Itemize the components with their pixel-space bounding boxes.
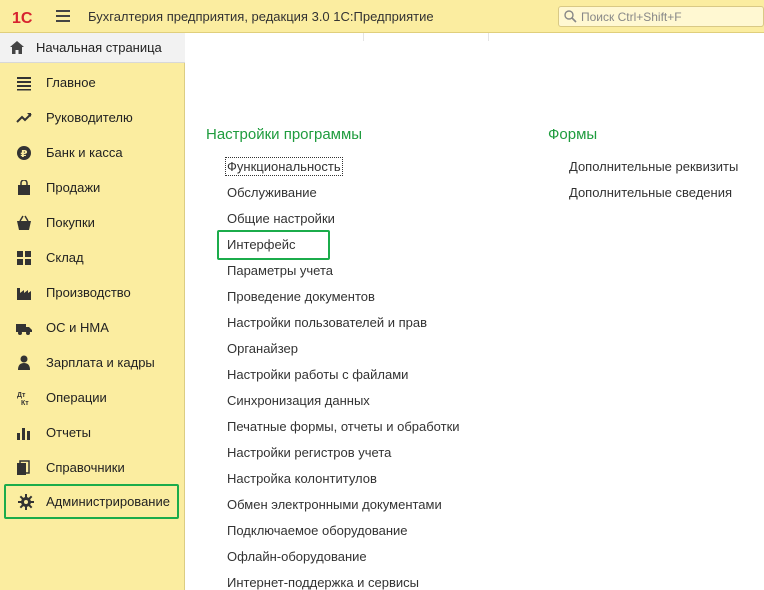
bar-chart-icon [17, 428, 30, 440]
link-functionality[interactable]: Функциональность [225, 157, 343, 176]
sidebar-item-directories[interactable]: Справочники [0, 450, 184, 485]
sidebar-item-label: Руководителю [46, 110, 133, 125]
sidebar-item-purchases[interactable]: Покупки [0, 205, 184, 240]
sidebar-item-label: Администрирование [46, 494, 170, 509]
link-connected-equipment[interactable]: Подключаемое оборудование [227, 523, 408, 538]
link-general-settings[interactable]: Общие настройки [227, 211, 335, 226]
person-icon [18, 355, 30, 370]
link-users-and-rights[interactable]: Настройки пользователей и прав [227, 315, 427, 330]
link-accounting-registers[interactable]: Настройки регистров учета [227, 445, 391, 460]
1c-logo-icon[interactable]: 1С [12, 8, 42, 26]
sidebar-item-administration[interactable]: Администрирование [4, 484, 179, 519]
search-icon [564, 10, 577, 23]
sidebar-item-label: Склад [46, 250, 84, 265]
sidebar-item-label: Зарплата и кадры [46, 355, 155, 370]
sidebar-item-operations[interactable]: Дт Кт Операции [0, 380, 184, 415]
section-title-forms: Формы [548, 126, 598, 143]
tab-divider [363, 33, 364, 41]
link-additional-info[interactable]: Дополнительные сведения [569, 185, 732, 200]
truck-icon [16, 324, 32, 335]
sidebar-item-label: Отчеты [46, 425, 91, 440]
home-page-item[interactable]: Начальная страница [0, 33, 185, 63]
section-title-settings: Настройки программы [206, 126, 363, 143]
home-icon [10, 41, 24, 54]
link-edi-exchange[interactable]: Обмен электронными документами [227, 497, 442, 512]
tab-divider [488, 33, 489, 41]
sidebar-item-bank[interactable]: ₽ Банк и касса [0, 135, 184, 170]
link-offline-equipment[interactable]: Офлайн-оборудование [227, 549, 367, 564]
shopping-bag-icon [18, 180, 30, 195]
books-icon [17, 460, 30, 475]
gear-icon [18, 494, 34, 510]
sidebar-item-label: Операции [46, 390, 107, 405]
tab-strip [185, 33, 764, 41]
link-data-sync[interactable]: Синхронизация данных [227, 393, 370, 408]
link-accounting-parameters[interactable]: Параметры учета [227, 263, 333, 278]
link-headers-footers[interactable]: Настройка колонтитулов [227, 471, 377, 486]
link-interface[interactable]: Интерфейс [227, 237, 295, 252]
basket-icon [17, 215, 31, 230]
app-title: Бухгалтерия предприятия, редакция 3.0 1С… [88, 9, 434, 24]
ruble-coin-icon: ₽ [17, 146, 31, 160]
sidebar-item-manager[interactable]: Руководителю [0, 100, 184, 135]
sidebar-item-label: Банк и касса [46, 145, 123, 160]
sidebar-item-label: Покупки [46, 215, 95, 230]
svg-text:Кт: Кт [21, 400, 29, 406]
factory-icon [17, 288, 31, 300]
debit-credit-icon: ДтКт [17, 392, 29, 406]
link-maintenance[interactable]: Обслуживание [227, 185, 317, 200]
link-additional-attributes[interactable]: Дополнительные реквизиты [569, 159, 738, 174]
svg-text:₽: ₽ [21, 149, 28, 160]
trend-up-icon [16, 113, 32, 123]
link-document-posting[interactable]: Проведение документов [227, 289, 375, 304]
svg-text:Дт: Дт [17, 392, 26, 399]
sidebar-item-label: Продажи [46, 180, 101, 195]
warehouse-grid-icon [17, 251, 31, 265]
sidebar-item-warehouse[interactable]: Склад [0, 240, 184, 275]
sidebar-item-main[interactable]: Главное [0, 65, 184, 100]
sidebar-item-sales[interactable]: Продажи [0, 170, 184, 205]
sidebar-item-label: Производство [46, 285, 131, 300]
sidebar-item-salary[interactable]: Зарплата и кадры [0, 345, 184, 380]
link-internet-support[interactable]: Интернет-поддержка и сервисы [227, 575, 419, 590]
sidebar-item-reports[interactable]: Отчеты [0, 415, 184, 450]
home-page-label: Начальная страница [36, 40, 162, 55]
sidebar-item-production[interactable]: Производство [0, 275, 184, 310]
link-print-forms[interactable]: Печатные формы, отчеты и обработки [227, 419, 460, 434]
link-file-settings[interactable]: Настройки работы с файлами [227, 367, 408, 382]
sidebar-item-fixed-assets[interactable]: ОС и НМА [0, 310, 184, 345]
sidebar-item-label: Справочники [46, 460, 125, 475]
search-input[interactable] [581, 7, 759, 26]
main-menu-burger-icon[interactable] [56, 10, 70, 22]
sidebar-item-label: Главное [46, 75, 96, 90]
top-bar: 1С Бухгалтерия предприятия, редакция 3.0… [0, 0, 764, 33]
menu-lines-icon [17, 77, 31, 91]
svg-text:1С: 1С [12, 10, 33, 26]
link-organizer[interactable]: Органайзер [227, 341, 298, 356]
sidebar: Главное Руководителю ₽ Банк и касса Прод… [0, 63, 185, 590]
sidebar-item-label: ОС и НМА [46, 320, 109, 335]
search-box[interactable] [558, 6, 764, 27]
